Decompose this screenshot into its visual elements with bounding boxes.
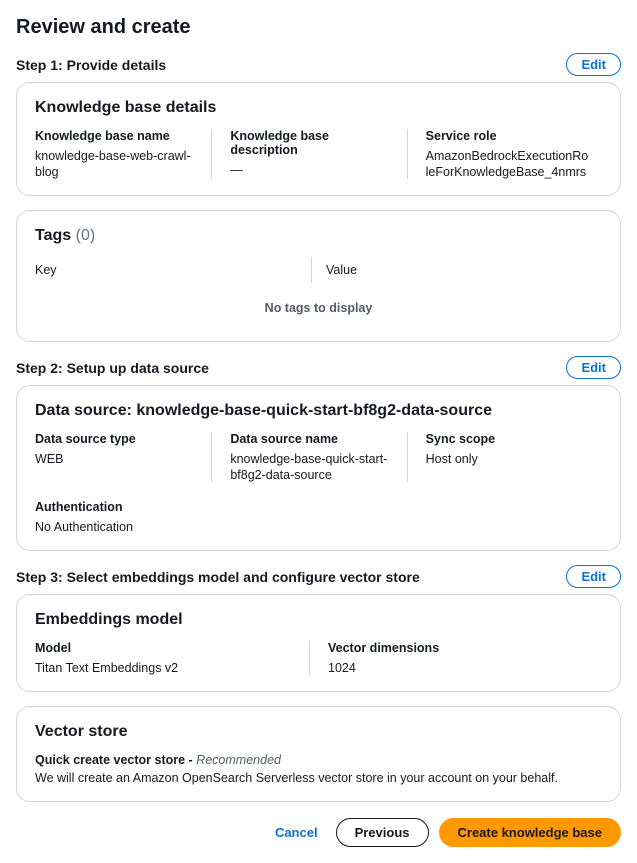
tags-value-header: Value [311, 257, 602, 283]
vector-store-subtitle: Quick create vector store - Recommended [35, 753, 602, 767]
kb-name-value: knowledge-base-web-crawl-blog [35, 149, 191, 179]
auth-value: No Authentication [35, 520, 133, 534]
tags-panel: Tags (0) Key Value No tags to display [16, 210, 621, 342]
tags-empty-message: No tags to display [35, 283, 602, 325]
step1-edit-button[interactable]: Edit [566, 53, 621, 76]
step3-title: Step 3: Select embeddings model and conf… [16, 569, 420, 585]
vs-quick-create-label: Quick create vector store - [35, 753, 193, 767]
previous-button[interactable]: Previous [336, 818, 429, 847]
data-source-panel: Data source: knowledge-base-quick-start-… [16, 385, 621, 551]
cancel-button[interactable]: Cancel [267, 819, 326, 846]
embeddings-model-panel: Embeddings model Model Titan Text Embedd… [16, 594, 621, 692]
data-source-title: Data source: knowledge-base-quick-start-… [35, 402, 602, 420]
service-role-label: Service role [426, 129, 590, 143]
vector-dim-label: Vector dimensions [328, 641, 590, 655]
tags-title: Tags (0) [35, 227, 602, 245]
model-label: Model [35, 641, 297, 655]
vector-store-description: We will create an Amazon OpenSearch Serv… [35, 771, 602, 785]
create-knowledge-base-button[interactable]: Create knowledge base [439, 818, 622, 847]
step1-title: Step 1: Provide details [16, 57, 166, 73]
tags-table-header: Key Value [35, 257, 602, 283]
step1-header: Step 1: Provide details Edit [16, 53, 621, 76]
footer-actions: Cancel Previous Create knowledge base [16, 818, 621, 847]
kb-desc-value: — [230, 163, 243, 177]
vector-store-panel: Vector store Quick create vector store -… [16, 706, 621, 802]
step2-title: Step 2: Setup up data source [16, 360, 209, 376]
sync-scope-value: Host only [426, 452, 478, 466]
ds-type-value: WEB [35, 452, 63, 466]
service-role-value: AmazonBedrockExecutionRoleForKnowledgeBa… [426, 149, 589, 179]
page-title: Review and create [16, 16, 621, 39]
ds-name-label: Data source name [230, 432, 394, 446]
vs-recommended-label: Recommended [196, 753, 281, 767]
vector-dim-value: 1024 [328, 661, 356, 675]
step3-header: Step 3: Select embeddings model and conf… [16, 565, 621, 588]
tags-count: (0) [76, 227, 96, 244]
auth-label: Authentication [35, 500, 602, 514]
sync-scope-label: Sync scope [426, 432, 590, 446]
ds-name-value: knowledge-base-quick-start-bf8g2-data-so… [230, 452, 387, 482]
tags-key-header: Key [35, 257, 311, 283]
knowledge-base-details-panel: Knowledge base details Knowledge base na… [16, 82, 621, 196]
ds-type-label: Data source type [35, 432, 199, 446]
step3-edit-button[interactable]: Edit [566, 565, 621, 588]
model-value: Titan Text Embeddings v2 [35, 661, 178, 675]
step2-header: Step 2: Setup up data source Edit [16, 356, 621, 379]
kb-details-title: Knowledge base details [35, 99, 602, 117]
embeddings-title: Embeddings model [35, 611, 602, 629]
kb-name-label: Knowledge base name [35, 129, 199, 143]
step2-edit-button[interactable]: Edit [566, 356, 621, 379]
vector-store-title: Vector store [35, 723, 602, 741]
kb-desc-label: Knowledge base description [230, 129, 394, 157]
tags-title-text: Tags [35, 227, 71, 244]
